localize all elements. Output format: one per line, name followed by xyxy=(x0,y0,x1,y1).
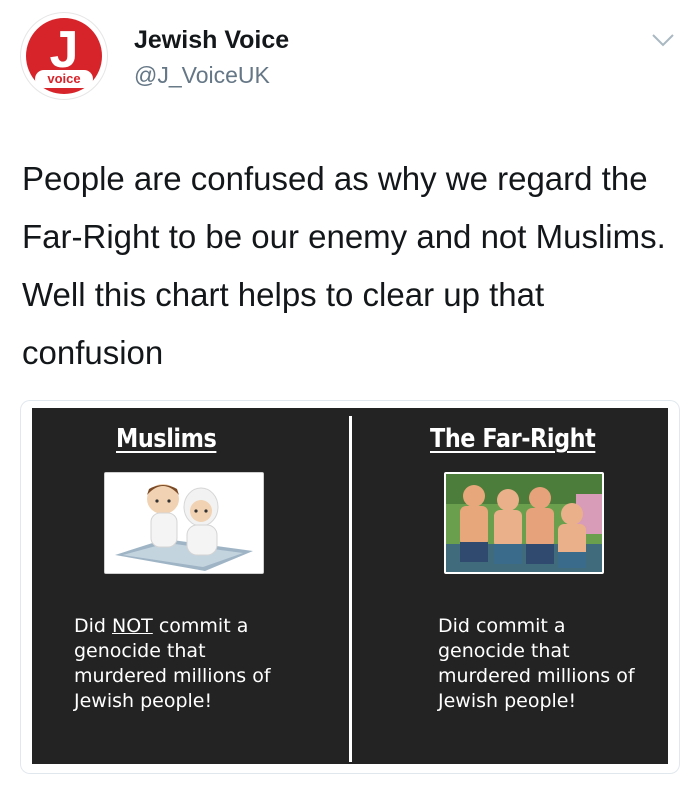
left-text-line-1: Did NOT commit a xyxy=(74,615,249,637)
praying-children-image xyxy=(104,472,264,574)
right-text-line-3: murdered millions of xyxy=(438,665,635,687)
avatar-badge: voice xyxy=(35,70,93,88)
chevron-down-icon[interactable] xyxy=(650,30,676,50)
right-text-line-2: genocide that xyxy=(438,640,570,662)
cartoon-skinheads-image xyxy=(444,472,604,574)
left-column-text: Did NOT commit a genocide that murdered … xyxy=(74,614,304,714)
right-column-title: The Far-Right xyxy=(430,424,596,454)
left-text-line-4: Jewish people! xyxy=(74,690,213,712)
tweet-header: J voice Jewish Voice @J_VoiceUK xyxy=(0,0,700,120)
avatar-logo: J voice xyxy=(26,18,102,94)
right-text-line-1: Did commit a xyxy=(438,615,566,637)
author-name[interactable]: Jewish Voice xyxy=(134,26,289,55)
author-handle[interactable]: @J_VoiceUK xyxy=(134,62,270,89)
avatar[interactable]: J voice xyxy=(20,12,108,100)
right-column-text: Did commit a genocide that murdered mill… xyxy=(438,614,668,714)
left-column-title: Muslims xyxy=(116,424,217,454)
chart-image: Muslims The Far-Right Did NOT commit a g… xyxy=(32,408,668,764)
right-text-line-4: Jewish people! xyxy=(438,690,577,712)
left-text-line-3: murdered millions of xyxy=(74,665,271,687)
tweet-media[interactable]: Muslims The Far-Right Did NOT commit a g… xyxy=(20,400,680,774)
left-text-line-2: genocide that xyxy=(74,640,206,662)
tweet-text: People are confused as why we regard the… xyxy=(22,160,666,371)
column-divider xyxy=(349,416,352,762)
not-emphasis: NOT xyxy=(112,615,153,637)
